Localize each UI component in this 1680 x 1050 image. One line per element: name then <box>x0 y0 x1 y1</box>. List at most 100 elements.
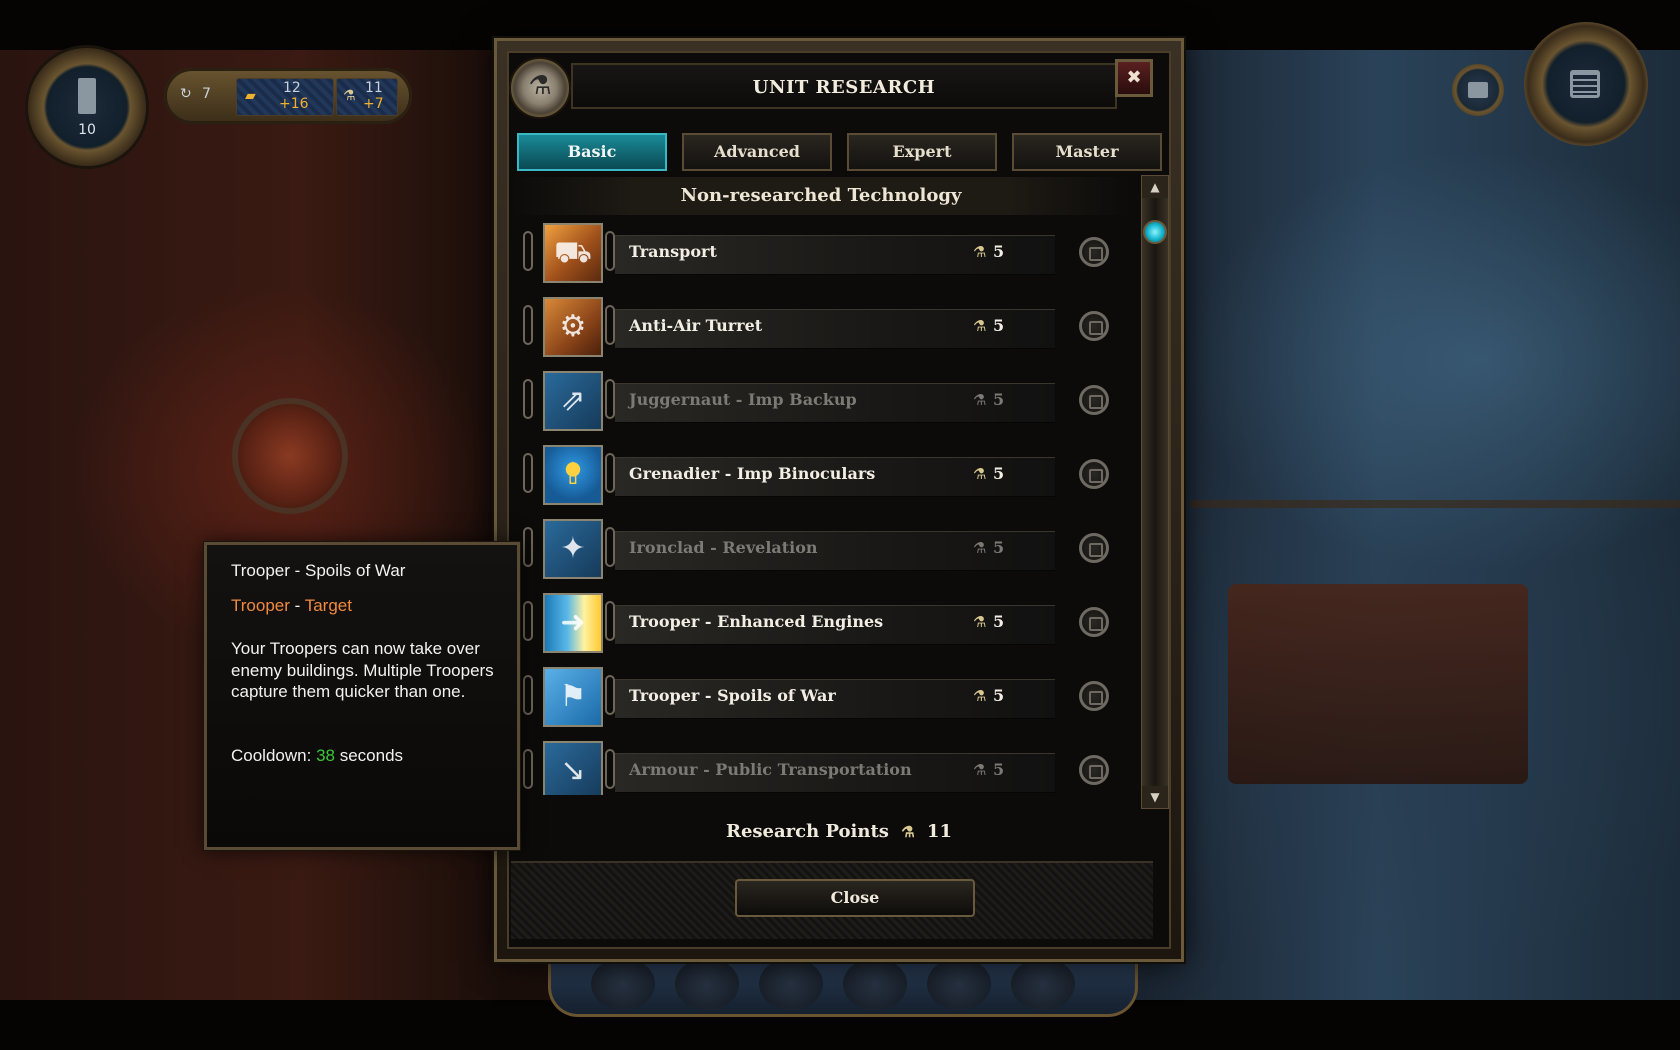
background-machine <box>1228 584 1528 784</box>
action-slot-3[interactable] <box>759 958 823 1010</box>
cooldown-label: Cooldown: <box>231 746 317 765</box>
item-name: Armour - Public Transportation <box>629 760 912 779</box>
row-bracket-right <box>605 453 615 493</box>
research-points-value: 11 <box>926 821 952 842</box>
list-item[interactable]: ⇗ Juggernaut - Imp Backup ⚗ 5 <box>511 365 1131 439</box>
imp-binoculars-icon: ⇧ <box>543 445 603 505</box>
scroll-up-icon[interactable]: ▲ <box>1142 176 1168 198</box>
tab-master[interactable]: Master <box>1012 133 1162 171</box>
statistics-button[interactable] <box>1452 64 1504 116</box>
enhanced-engines-icon: ➜ <box>543 593 603 653</box>
list-item[interactable]: ⚑ Trooper - Spoils of War ⚗ 5 <box>511 661 1131 735</box>
tier-tabs: Basic Advanced Expert Master <box>517 133 1167 173</box>
list-item[interactable]: ➜ Trooper - Enhanced Engines ⚗ 5 <box>511 587 1131 661</box>
research-button[interactable] <box>1079 459 1109 489</box>
section-heading: Non-researched Technology <box>511 177 1131 215</box>
unit-action-bar <box>548 956 1138 1017</box>
scroll-down-icon[interactable]: ▼ <box>1142 786 1168 808</box>
tab-advanced[interactable]: Advanced <box>682 133 832 171</box>
revelation-icon: ✦ <box>543 519 603 579</box>
card-deck-icon <box>78 78 96 114</box>
list-item[interactable]: ⚙ Anti-Air Turret ⚗ 5 <box>511 291 1131 365</box>
gold-icon: ▰ <box>245 88 256 104</box>
resource-bar: ↻ 7 ▰ 12 +16 ⚗ 11 +7 <box>164 68 412 124</box>
transport-icon: ⛟ <box>543 223 603 283</box>
item-name: Trooper - Enhanced Engines <box>629 612 884 631</box>
flask-icon: ⚗ <box>901 823 915 841</box>
close-icon[interactable]: ✖ <box>1115 59 1153 97</box>
item-cost: 5 <box>993 390 1005 409</box>
research-points-label: Research Points <box>726 821 889 842</box>
flask-icon: ⚗ <box>973 317 987 335</box>
resource-hud: 10 ↻ 7 ▰ 12 +16 ⚗ 11 +7 <box>22 40 412 166</box>
item-cost: 5 <box>993 316 1005 335</box>
turn-icon: ↻ <box>180 86 192 102</box>
research-button[interactable] <box>1079 607 1109 637</box>
item-cost: 5 <box>993 242 1005 261</box>
row-bracket-right <box>605 305 615 345</box>
tooltip-cooldown: Cooldown: 38 seconds <box>231 746 403 766</box>
card-count: 10 <box>78 122 96 138</box>
action-slot-1[interactable] <box>591 958 655 1010</box>
flask-icon: ⚗ <box>973 465 987 483</box>
research-medal: ⚗ <box>509 57 571 119</box>
tab-basic[interactable]: Basic <box>517 133 667 171</box>
public-transportation-icon: ↘ <box>543 741 603 795</box>
scroll-thumb[interactable] <box>1143 220 1167 244</box>
tooltip-unit: Trooper <box>231 596 290 615</box>
flask-icon: ⚗ <box>973 687 987 705</box>
item-name: Anti-Air Turret <box>629 316 763 335</box>
research-button[interactable] <box>1079 385 1109 415</box>
menu-list-icon <box>1570 70 1600 98</box>
list-scrollbar[interactable]: ▲ ▼ <box>1141 175 1169 809</box>
row-bracket-left <box>523 601 533 641</box>
row-bracket-left <box>523 527 533 567</box>
gold-cell: ▰ 12 +16 <box>236 78 334 116</box>
tab-expert[interactable]: Expert <box>847 133 997 171</box>
list-item[interactable]: ⛟ Transport ⚗ 5 <box>511 217 1131 291</box>
item-cost: 5 <box>993 612 1005 631</box>
row-bracket-right <box>605 527 615 567</box>
list-item[interactable]: ✦ Ironclad - Revelation ⚗ 5 <box>511 513 1131 587</box>
item-cost: 5 <box>993 760 1005 779</box>
statistics-icon <box>1468 82 1488 98</box>
research-button[interactable] <box>1079 311 1109 341</box>
imp-backup-icon: ⇗ <box>543 371 603 431</box>
action-slot-5[interactable] <box>927 958 991 1010</box>
gold-value: 12 <box>283 80 301 96</box>
cooldown-value: 38 <box>316 746 335 765</box>
gold-income: +16 <box>279 96 309 112</box>
row-bracket-right <box>605 379 615 419</box>
dialog-title: UNIT RESEARCH <box>752 77 936 98</box>
flask-icon: ⚗ <box>528 71 552 101</box>
menu-button[interactable] <box>1524 22 1648 146</box>
research-button[interactable] <box>1079 755 1109 785</box>
action-slot-4[interactable] <box>843 958 907 1010</box>
action-slot-6[interactable] <box>1011 958 1075 1010</box>
title-bar: UNIT RESEARCH <box>571 63 1117 109</box>
research-button[interactable] <box>1079 237 1109 267</box>
tooltip-separator: - <box>289 596 305 615</box>
research-button[interactable] <box>1079 533 1109 563</box>
unit-research-dialog: ⚗ UNIT RESEARCH ✖ Basic Advanced Expert … <box>494 38 1184 962</box>
row-bracket-left <box>523 305 533 345</box>
flask-icon: ⚗ <box>973 761 987 779</box>
anti-air-turret-icon: ⚙ <box>543 297 603 357</box>
item-name: Ironclad - Revelation <box>629 538 818 557</box>
spoils-of-war-icon: ⚑ <box>543 667 603 727</box>
flask-icon: ⚗ <box>973 243 987 261</box>
item-name: Trooper - Spoils of War <box>629 686 836 705</box>
list-item[interactable]: ↘ Armour - Public Transportation ⚗ 5 <box>511 735 1131 795</box>
action-slot-2[interactable] <box>675 958 739 1010</box>
row-bracket-left <box>523 749 533 789</box>
card-deck-button[interactable]: 10 <box>28 48 146 166</box>
row-bracket-left <box>523 379 533 419</box>
row-bracket-left <box>523 675 533 715</box>
close-button[interactable]: Close <box>735 879 975 917</box>
research-button[interactable] <box>1079 681 1109 711</box>
research-tooltip: Trooper - Spoils of War Trooper - Target… <box>204 542 520 850</box>
technology-list: ⛟ Transport ⚗ 5 ⚙ Anti-Air Turret ⚗ 5 ⇗ … <box>511 217 1131 795</box>
item-cost: 5 <box>993 464 1005 483</box>
pressure-gauge <box>232 398 348 514</box>
list-item[interactable]: ⇧ Grenadier - Imp Binoculars ⚗ 5 <box>511 439 1131 513</box>
